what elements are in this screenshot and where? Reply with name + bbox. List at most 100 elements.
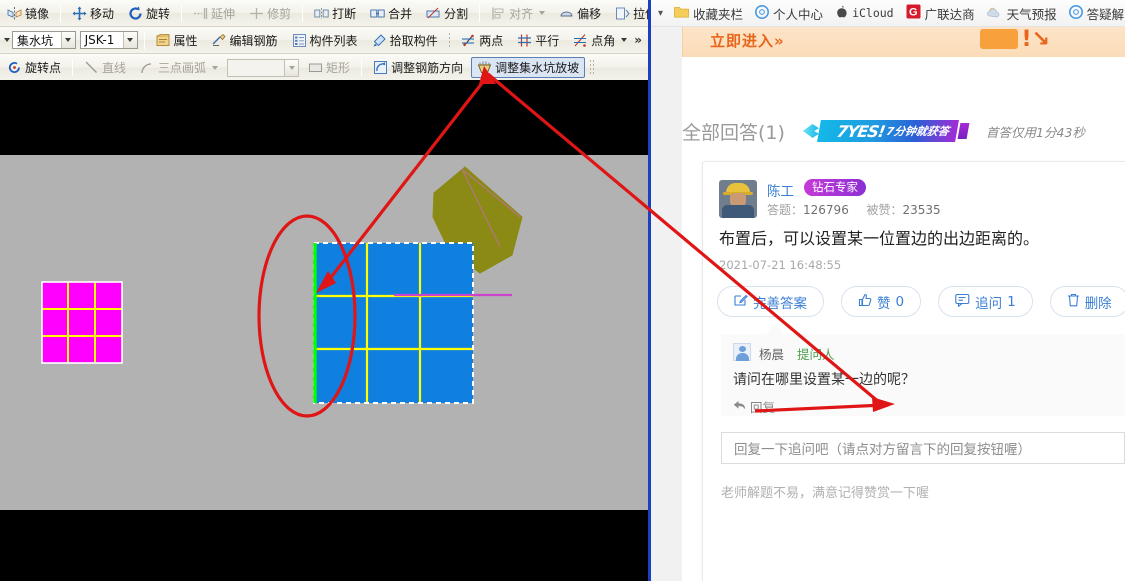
bookmark-item-qa[interactable]: 答疑解	[1064, 2, 1125, 25]
toolbar-button-trim[interactable]: 修剪	[243, 3, 297, 24]
stats-praise-label: 被赞：	[866, 203, 903, 217]
toolbar-separator	[60, 4, 62, 22]
toolbar-button-two-point[interactable]: 两点	[455, 30, 509, 51]
toolbar-separator	[302, 4, 304, 22]
rotate-icon	[128, 6, 143, 21]
toolbar-label: 直线	[102, 61, 127, 75]
page-scroll-region[interactable]: 立即进入» !↘ 全部回答(1) 7YES! 7分钟就获答 首答仅用1分43秒 …	[651, 27, 1125, 581]
reply-input[interactable]: 回复一下追问吧（请点对方留言下的回复按钮喔）	[721, 432, 1125, 464]
bookmark-item-favorites-folder[interactable]: 收藏夹栏	[669, 2, 748, 25]
thumbs-up-icon	[858, 293, 872, 311]
chevron-down-icon[interactable]	[60, 32, 75, 48]
toolbar-label: 两点	[479, 33, 504, 48]
toolbar-button-pick-member[interactable]: 拾取构件	[366, 30, 444, 51]
toolbar-button-line[interactable]: 直线	[78, 57, 132, 78]
toolbar-label: 分割	[444, 6, 469, 21]
reply-arrow-icon	[733, 399, 746, 414]
category-combo-value: 集水坑	[17, 33, 54, 48]
chrome-icon	[1068, 4, 1083, 22]
bookmark-overflow-caret-icon[interactable]: ▾	[651, 8, 668, 19]
toolbar-separator	[181, 4, 183, 22]
promo-banner[interactable]: 立即进入» !↘	[682, 27, 1125, 57]
toolbar-label: 拉伸	[633, 6, 648, 21]
category-combo[interactable]: 集水坑	[12, 31, 76, 49]
reply-label: 回复	[750, 400, 776, 415]
category-dropdown-caret-icon[interactable]	[4, 38, 10, 42]
avatar[interactable]	[733, 343, 751, 361]
toolbar-button-rotate[interactable]: 旋转	[122, 3, 176, 24]
like-button[interactable]: 赞 0	[841, 286, 922, 317]
extend-icon	[193, 6, 208, 21]
blue-grid	[313, 242, 474, 404]
followup-role-tag: 提问人	[797, 347, 835, 362]
apple-icon	[835, 5, 848, 22]
chevron-down-icon[interactable]	[539, 11, 546, 15]
toolbar-button-rectangle[interactable]: 矩形	[302, 57, 356, 78]
toolbar-button-move[interactable]: 移动	[66, 3, 120, 24]
mirror-icon	[7, 6, 22, 21]
promo-glyph-icon: !↘	[1021, 27, 1050, 52]
action-label: 赞	[877, 295, 891, 312]
chevron-down-icon[interactable]	[284, 59, 299, 76]
avatar[interactable]	[719, 180, 757, 218]
edit-rebar-icon	[212, 33, 227, 48]
bookmark-item-icloud[interactable]: iCloud	[830, 3, 899, 24]
improve-answer-button[interactable]: 完善答案	[717, 286, 824, 317]
toolbar-label: 打断	[332, 6, 357, 21]
toolbar-button-member-list[interactable]: 构件列表	[286, 30, 364, 51]
draw-style-combo[interactable]	[227, 58, 300, 77]
magenta-grid	[41, 281, 123, 364]
delete-button[interactable]: 删除	[1049, 286, 1125, 317]
toolbar-overflow-button-row2[interactable]: »	[634, 33, 642, 47]
toolbar-button-properties[interactable]: 属性	[150, 30, 204, 51]
reply-link[interactable]: 回复	[733, 397, 775, 416]
parallel-icon	[517, 33, 532, 48]
toolbar-button-stretch[interactable]: 拉伸	[609, 3, 648, 24]
chevron-down-icon[interactable]	[621, 38, 628, 42]
answers-header: 全部回答(1) 7YES! 7分钟就获答 首答仅用1分43秒	[682, 115, 1085, 147]
badge-secondary-text: 7分钟就获答	[885, 125, 951, 138]
toolbar-label: 镜像	[25, 6, 50, 21]
toolbar-button-break[interactable]: 打断	[308, 3, 362, 24]
toolbar-button-adjust-rebar-direction[interactable]: 调整钢筋方向	[367, 57, 469, 78]
followup-button[interactable]: 追问 1	[938, 286, 1033, 317]
toolbar-button-three-point-arc[interactable]: 三点画弧	[134, 57, 224, 78]
promo-link[interactable]: 立即进入»	[710, 30, 785, 51]
toolbar-button-point-angle[interactable]: 点角	[567, 30, 633, 51]
toolbar-button-adjust-sump-slope[interactable]: 调整集水坑放坡	[471, 57, 586, 78]
toolbar-button-rotate-point[interactable]: 旋转点	[1, 57, 67, 78]
action-label: 删除	[1084, 295, 1112, 312]
toolbar-button-split[interactable]: 分割	[420, 3, 474, 24]
chevron-down-icon[interactable]	[212, 65, 219, 70]
chevron-down-icon[interactable]	[122, 32, 137, 48]
member-combo[interactable]: JSK-1	[79, 31, 138, 49]
toolbar-button-parallel[interactable]: 平行	[511, 30, 565, 51]
toolbar-button-align[interactable]: 对齐	[485, 3, 551, 24]
toolbar-button-edit-rebar[interactable]: 编辑钢筋	[206, 30, 284, 51]
stretch-icon	[615, 6, 630, 21]
toolbar-button-merge[interactable]: 合并	[364, 3, 418, 24]
toolbar-label: 偏移	[577, 6, 602, 21]
cad-viewport[interactable]	[0, 155, 648, 510]
badge-tail-icon	[957, 123, 970, 139]
bookmark-item-glodon-mall[interactable]: G 广联达商	[901, 2, 980, 25]
toolbar-grip	[589, 59, 595, 76]
toolbar-separator	[143, 31, 145, 49]
toolbar-button-extend[interactable]: 延伸	[187, 3, 241, 24]
toolbar-button-offset[interactable]: 偏移	[553, 3, 607, 24]
like-count: 0	[895, 293, 905, 310]
bookmark-item-weather[interactable]: 天气预报	[982, 2, 1062, 25]
move-icon	[72, 6, 87, 21]
toolbar-label: 属性	[173, 33, 198, 48]
bookmark-label: 收藏夹栏	[693, 6, 744, 22]
reply-input-placeholder: 回复一下追问吧（请点对方留言下的回复按钮喔）	[734, 442, 1031, 458]
followup-count: 1	[1007, 293, 1016, 310]
folder-icon	[674, 5, 689, 21]
answer-author-name[interactable]: 陈工	[767, 180, 794, 200]
bookmark-item-personal-center[interactable]: 个人中心	[750, 2, 828, 25]
bookmark-label: 答疑解	[1086, 6, 1125, 22]
browser-window: ▾ 收藏夹栏 个人中心 iCloud G 广联达商 天气预报 答疑解 立即进入»…	[648, 0, 1125, 581]
cad-canvas[interactable]	[0, 80, 648, 581]
toolbar-button-mirror[interactable]: 镜像	[1, 3, 55, 24]
answer-body-text: 布置后，可以设置某一位置边的出边距离的。	[719, 229, 1040, 248]
